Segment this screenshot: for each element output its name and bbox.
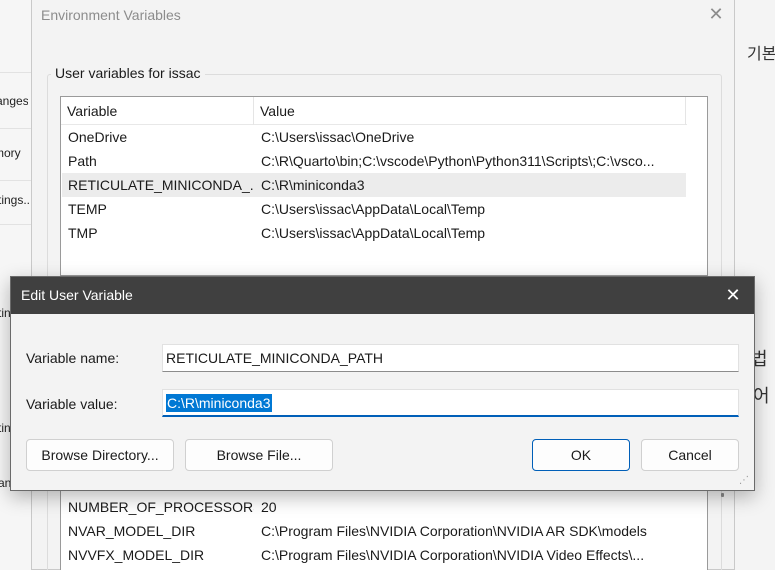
row-variable-name: TMP [68,225,98,241]
background-row: mory [0,146,21,160]
column-header-variable[interactable]: Variable [67,103,117,119]
divider [0,128,31,129]
row-variable-value: 20 [261,499,277,515]
row-variable-value: C:\Users\issac\AppData\Local\Temp [261,201,486,217]
column-divider[interactable] [685,97,686,125]
row-variable-value: C:\Users\issac\AppData\Local\Temp [261,225,486,241]
scrollbar-thumb[interactable] [721,493,724,497]
background-text: 기본 [747,46,775,63]
row-variable-value: C:\Program Files\NVIDIA Corporation\NVID… [261,547,645,563]
row-variable-value: C:\Program Files\NVIDIA Corporation\NVID… [261,523,647,539]
user-variables-list[interactable]: Variable Value OneDrive C:\Users\issac\O… [60,96,708,276]
divider [0,180,31,181]
variable-name-input[interactable]: RETICULATE_MINICONDA_PATH [162,344,739,372]
column-header-value[interactable]: Value [260,103,295,119]
row-variable-value: C:\R\miniconda3 [261,177,365,193]
column-divider[interactable] [253,97,254,125]
background-row: anges [0,94,28,108]
table-row[interactable]: OneDrive C:\Users\issac\OneDrive [62,125,686,149]
cancel-button[interactable]: Cancel [641,439,739,471]
dialog-title: Edit User Variable [21,287,133,303]
row-variable-value: C:\Users\issac\OneDrive [261,129,415,145]
row-variable-name: TEMP [68,201,107,217]
ok-button[interactable]: OK [532,439,630,471]
divider [0,224,31,225]
row-variable-name: OneDrive [68,129,128,145]
browse-directory-button[interactable]: Browse Directory... [26,439,174,471]
table-row[interactable]: NUMBER_OF_PROCESSORS 20 [62,495,686,519]
table-row-selected[interactable]: RETICULATE_MINICONDA_... C:\R\miniconda3 [62,173,686,197]
list-header: Variable Value [61,97,687,125]
row-variable-value: C:\R\Quarto\bin;C:\vscode\Python\Python3… [261,153,655,169]
window-title: Environment Variables [41,7,181,23]
row-variable-name: NVVFX_MODEL_DIR [68,547,205,563]
table-row[interactable]: NVVFX_MODEL_DIR C:\Program Files\NVIDIA … [62,543,686,567]
table-row[interactable]: TMP C:\Users\issac\AppData\Local\Temp [62,221,686,245]
edit-user-variable-dialog: Edit User Variable ✕ Variable name: RETI… [10,276,755,491]
selected-text: C:\R\miniconda3 [166,394,272,412]
variable-value-input[interactable]: C:\R\miniconda3 [162,389,739,417]
browse-file-button[interactable]: Browse File... [185,439,333,471]
background-row: tings.. [0,193,30,207]
divider [0,72,31,73]
row-variable-name: RETICULATE_MINICONDA_... [68,177,254,193]
user-variables-label: User variables for issac [51,65,205,81]
variable-name-label: Variable name: [26,350,120,366]
row-variable-name: NUMBER_OF_PROCESSORS [68,499,254,515]
system-variables-list[interactable]: NUMBER_OF_PROCESSORS 20 NVAR_MODEL_DIR C… [60,484,724,570]
close-icon[interactable]: ✕ [706,4,726,24]
table-row[interactable]: TEMP C:\Users\issac\AppData\Local\Temp [62,197,686,221]
resize-grip-icon[interactable]: ⋰ [739,475,751,487]
row-variable-name: NVAR_MODEL_DIR [68,523,196,539]
close-icon[interactable]: ✕ [723,285,743,305]
row-variable-name: Path [68,153,97,169]
background-text: 어 [753,386,770,406]
dialog-titlebar[interactable]: Edit User Variable ✕ [11,277,754,314]
variable-value-label: Variable value: [26,396,118,412]
table-row[interactable]: Path C:\R\Quarto\bin;C:\vscode\Python\Py… [62,149,686,173]
table-row[interactable]: NVAR_MODEL_DIR C:\Program Files\NVIDIA C… [62,519,686,543]
